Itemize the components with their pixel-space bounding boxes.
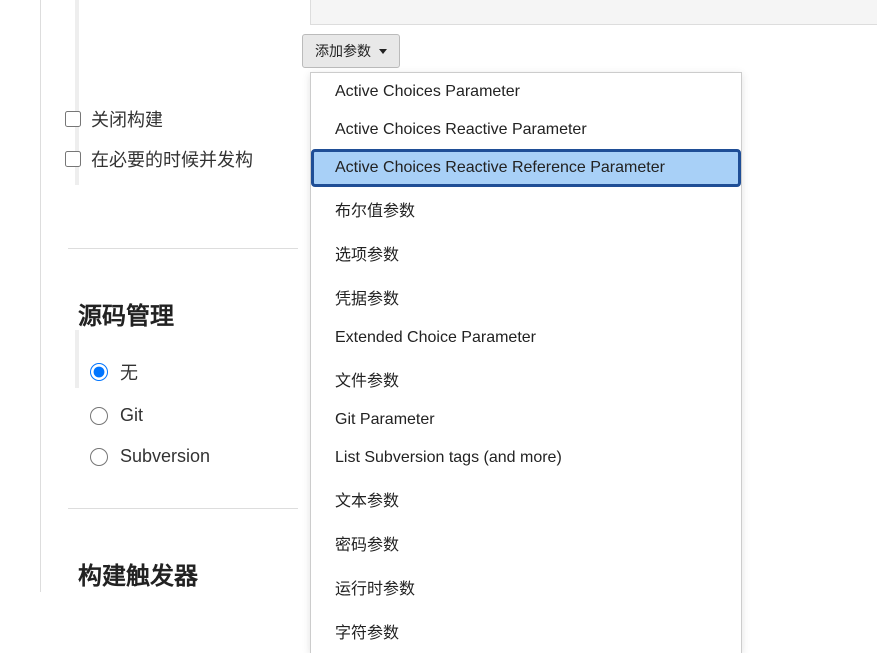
disable-build-checkbox[interactable] bbox=[65, 111, 81, 127]
dropdown-item-13[interactable]: 字符参数 bbox=[311, 609, 741, 653]
disable-build-label: 关闭构建 bbox=[91, 106, 163, 132]
dropdown-item-11[interactable]: 密码参数 bbox=[311, 521, 741, 565]
parameter-dropdown-menu: Active Choices ParameterActive Choices R… bbox=[310, 72, 742, 653]
checkbox-row-concurrent-build[interactable]: 在必要的时候并发构 bbox=[30, 146, 253, 172]
scm-radio-group: 无 Git Subversion bbox=[78, 359, 210, 467]
section-divider bbox=[68, 248, 298, 249]
scm-radio-git-label: Git bbox=[120, 405, 143, 426]
dropdown-item-0[interactable]: Active Choices Parameter bbox=[311, 73, 741, 111]
scm-radio-git[interactable]: Git bbox=[82, 405, 210, 426]
scm-radio-svn-input[interactable] bbox=[90, 448, 108, 466]
dropdown-item-7[interactable]: 文件参数 bbox=[311, 357, 741, 401]
dropdown-item-12[interactable]: 运行时参数 bbox=[311, 565, 741, 609]
dropdown-item-8[interactable]: Git Parameter bbox=[311, 401, 741, 439]
dropdown-item-3[interactable]: 布尔值参数 bbox=[311, 187, 741, 231]
dropdown-item-6[interactable]: Extended Choice Parameter bbox=[311, 319, 741, 357]
scm-section: 源码管理 无 Git Subversion bbox=[78, 272, 210, 487]
dropdown-item-5[interactable]: 凭据参数 bbox=[311, 275, 741, 319]
build-trigger-heading: 构建触发器 bbox=[78, 556, 198, 591]
dropdown-item-1[interactable]: Active Choices Reactive Parameter bbox=[311, 111, 741, 149]
build-trigger-section: 构建触发器 bbox=[78, 532, 198, 609]
dropdown-item-4[interactable]: 选项参数 bbox=[311, 231, 741, 275]
scm-radio-git-input[interactable] bbox=[90, 407, 108, 425]
dropdown-item-10[interactable]: 文本参数 bbox=[311, 477, 741, 521]
dropdown-item-9[interactable]: List Subversion tags (and more) bbox=[311, 439, 741, 477]
add-parameter-button[interactable]: 添加参数 bbox=[302, 34, 400, 68]
scm-radio-none-label: 无 bbox=[120, 359, 138, 385]
dropdown-item-2[interactable]: Active Choices Reactive Reference Parame… bbox=[311, 149, 741, 187]
add-parameter-label: 添加参数 bbox=[315, 41, 371, 61]
concurrent-build-label: 在必要的时候并发构 bbox=[91, 146, 253, 172]
checkbox-group: 关闭构建 在必要的时候并发构 bbox=[30, 90, 253, 172]
top-panel-area bbox=[310, 0, 877, 25]
scm-radio-none[interactable]: 无 bbox=[82, 359, 210, 385]
section-divider-2 bbox=[68, 508, 298, 509]
page-left-border bbox=[40, 0, 41, 592]
scm-radio-svn-label: Subversion bbox=[120, 446, 210, 467]
scm-radio-svn[interactable]: Subversion bbox=[82, 446, 210, 467]
concurrent-build-checkbox[interactable] bbox=[65, 151, 81, 167]
checkbox-row-disable-build[interactable]: 关闭构建 bbox=[30, 106, 253, 132]
scm-heading: 源码管理 bbox=[78, 296, 210, 331]
scm-radio-none-input[interactable] bbox=[90, 363, 108, 381]
caret-down-icon bbox=[379, 49, 387, 54]
